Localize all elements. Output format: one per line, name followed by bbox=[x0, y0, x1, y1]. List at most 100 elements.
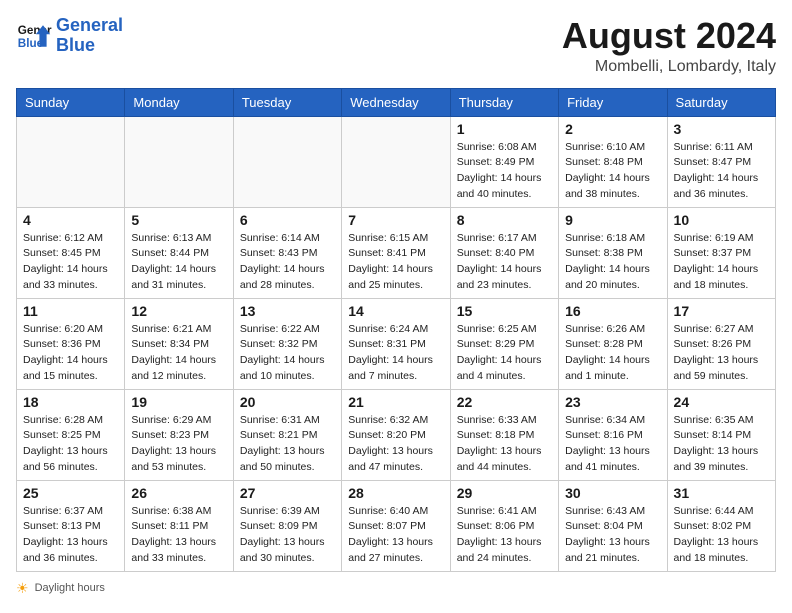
day-number: 12 bbox=[131, 303, 226, 319]
calendar-cell: 21 Sunrise: 6:32 AM Sunset: 8:20 PM Dayli… bbox=[342, 389, 450, 480]
day-info: Sunrise: 6:08 AM Sunset: 8:49 PM Dayligh… bbox=[457, 140, 552, 203]
day-number: 26 bbox=[131, 485, 226, 501]
day-number: 1 bbox=[457, 121, 552, 137]
logo-icon: General Blue bbox=[16, 18, 52, 54]
calendar-table: SundayMondayTuesdayWednesdayThursdayFrid… bbox=[16, 88, 776, 572]
day-number: 2 bbox=[565, 121, 660, 137]
day-number: 29 bbox=[457, 485, 552, 501]
day-number: 21 bbox=[348, 394, 443, 410]
day-number: 19 bbox=[131, 394, 226, 410]
day-number: 10 bbox=[674, 212, 769, 228]
calendar-cell: 22Sunrise: 6:33 AM Sunset: 8:18 PM Dayli… bbox=[450, 389, 558, 480]
header: General Blue General Blue August 2024 Mo… bbox=[16, 16, 776, 76]
day-info: Sunrise: 6:37 AM Sunset: 8:13 PM Dayligh… bbox=[23, 504, 118, 567]
week-row-1: 1 Sunrise: 6:08 AM Sunset: 8:49 PM Daylig… bbox=[17, 116, 776, 207]
calendar-cell: 7Sunrise: 6:15 AM Sunset: 8:41 PM Daylig… bbox=[342, 207, 450, 298]
day-header-monday: Monday bbox=[125, 88, 233, 116]
month-year: August 2024 bbox=[562, 16, 776, 56]
week-row-2: 4Sunrise: 6:12 AM Sunset: 8:45 PM Daylig… bbox=[17, 207, 776, 298]
calendar-cell: 10 Sunrise: 6:19 AM Sunset: 8:37 PM Dayli… bbox=[667, 207, 775, 298]
day-number: 5 bbox=[131, 212, 226, 228]
calendar-cell: 15 Sunrise: 6:25 AM Sunset: 8:29 PM Dayli… bbox=[450, 298, 558, 389]
day-info: Sunrise: 6:40 AM Sunset: 8:07 PM Dayligh… bbox=[348, 504, 443, 567]
day-header-friday: Friday bbox=[559, 88, 667, 116]
calendar-cell: 29 Sunrise: 6:41 AM Sunset: 8:06 PM Dayli… bbox=[450, 480, 558, 571]
day-header-wednesday: Wednesday bbox=[342, 88, 450, 116]
calendar-cell: 25 Sunrise: 6:37 AM Sunset: 8:13 PM Dayli… bbox=[17, 480, 125, 571]
day-number: 9 bbox=[565, 212, 660, 228]
day-number: 13 bbox=[240, 303, 335, 319]
day-info: Sunrise: 6:38 AM Sunset: 8:11 PM Dayligh… bbox=[131, 504, 226, 567]
day-number: 15 bbox=[457, 303, 552, 319]
calendar-cell: 2 Sunrise: 6:10 AM Sunset: 8:48 PM Daylig… bbox=[559, 116, 667, 207]
day-number: 4 bbox=[23, 212, 118, 228]
day-number: 30 bbox=[565, 485, 660, 501]
logo: General Blue General Blue bbox=[16, 16, 123, 56]
calendar-cell: 30 Sunrise: 6:43 AM Sunset: 8:04 PM Dayli… bbox=[559, 480, 667, 571]
calendar-cell: 11 Sunrise: 6:20 AM Sunset: 8:36 PM Dayli… bbox=[17, 298, 125, 389]
day-info: Sunrise: 6:41 AM Sunset: 8:06 PM Dayligh… bbox=[457, 504, 552, 567]
day-info: Sunrise: 6:33 AM Sunset: 8:18 PM Dayligh… bbox=[457, 413, 552, 476]
day-number: 3 bbox=[674, 121, 769, 137]
day-info: Sunrise: 6:20 AM Sunset: 8:36 PM Dayligh… bbox=[23, 322, 118, 385]
day-number: 31 bbox=[674, 485, 769, 501]
day-number: 25 bbox=[23, 485, 118, 501]
day-info: Sunrise: 6:24 AM Sunset: 8:31 PM Dayligh… bbox=[348, 322, 443, 385]
calendar-cell: 4Sunrise: 6:12 AM Sunset: 8:45 PM Daylig… bbox=[17, 207, 125, 298]
day-number: 28 bbox=[348, 485, 443, 501]
day-info: Sunrise: 6:32 AM Sunset: 8:20 PM Dayligh… bbox=[348, 413, 443, 476]
calendar-cell: 18Sunrise: 6:28 AM Sunset: 8:25 PM Dayli… bbox=[17, 389, 125, 480]
calendar-cell: 9 Sunrise: 6:18 AM Sunset: 8:38 PM Daylig… bbox=[559, 207, 667, 298]
day-info: Sunrise: 6:34 AM Sunset: 8:16 PM Dayligh… bbox=[565, 413, 660, 476]
day-header-saturday: Saturday bbox=[667, 88, 775, 116]
day-info: Sunrise: 6:18 AM Sunset: 8:38 PM Dayligh… bbox=[565, 231, 660, 294]
calendar-cell bbox=[17, 116, 125, 207]
day-header-sunday: Sunday bbox=[17, 88, 125, 116]
calendar-cell: 24 Sunrise: 6:35 AM Sunset: 8:14 PM Dayli… bbox=[667, 389, 775, 480]
title-area: August 2024 Mombelli, Lombardy, Italy bbox=[562, 16, 776, 76]
day-info: Sunrise: 6:31 AM Sunset: 8:21 PM Dayligh… bbox=[240, 413, 335, 476]
day-number: 6 bbox=[240, 212, 335, 228]
calendar-cell: 19 Sunrise: 6:29 AM Sunset: 8:23 PM Dayli… bbox=[125, 389, 233, 480]
day-info: Sunrise: 6:29 AM Sunset: 8:23 PM Dayligh… bbox=[131, 413, 226, 476]
day-info: Sunrise: 6:43 AM Sunset: 8:04 PM Dayligh… bbox=[565, 504, 660, 567]
day-info: Sunrise: 6:27 AM Sunset: 8:26 PM Dayligh… bbox=[674, 322, 769, 385]
day-info: Sunrise: 6:14 AM Sunset: 8:43 PM Dayligh… bbox=[240, 231, 335, 294]
calendar-cell bbox=[342, 116, 450, 207]
day-info: Sunrise: 6:25 AM Sunset: 8:29 PM Dayligh… bbox=[457, 322, 552, 385]
day-number: 11 bbox=[23, 303, 118, 319]
day-number: 17 bbox=[674, 303, 769, 319]
calendar-cell: 27 Sunrise: 6:39 AM Sunset: 8:09 PM Dayli… bbox=[233, 480, 341, 571]
day-info: Sunrise: 6:39 AM Sunset: 8:09 PM Dayligh… bbox=[240, 504, 335, 567]
day-number: 27 bbox=[240, 485, 335, 501]
day-number: 18 bbox=[23, 394, 118, 410]
calendar-cell: 16Sunrise: 6:26 AM Sunset: 8:28 PM Dayli… bbox=[559, 298, 667, 389]
calendar-cell: 13Sunrise: 6:22 AM Sunset: 8:32 PM Dayli… bbox=[233, 298, 341, 389]
day-info: Sunrise: 6:26 AM Sunset: 8:28 PM Dayligh… bbox=[565, 322, 660, 385]
calendar-cell: 31 Sunrise: 6:44 AM Sunset: 8:02 PM Dayli… bbox=[667, 480, 775, 571]
logo-line1: General bbox=[56, 15, 123, 35]
day-info: Sunrise: 6:19 AM Sunset: 8:37 PM Dayligh… bbox=[674, 231, 769, 294]
day-number: 23 bbox=[565, 394, 660, 410]
week-row-5: 25 Sunrise: 6:37 AM Sunset: 8:13 PM Dayli… bbox=[17, 480, 776, 571]
day-header-tuesday: Tuesday bbox=[233, 88, 341, 116]
day-info: Sunrise: 6:21 AM Sunset: 8:34 PM Dayligh… bbox=[131, 322, 226, 385]
week-row-4: 18Sunrise: 6:28 AM Sunset: 8:25 PM Dayli… bbox=[17, 389, 776, 480]
day-info: Sunrise: 6:35 AM Sunset: 8:14 PM Dayligh… bbox=[674, 413, 769, 476]
footer: ☀ Daylight hours bbox=[16, 580, 776, 597]
day-info: Sunrise: 6:10 AM Sunset: 8:48 PM Dayligh… bbox=[565, 140, 660, 203]
day-info: Sunrise: 6:17 AM Sunset: 8:40 PM Dayligh… bbox=[457, 231, 552, 294]
week-row-3: 11 Sunrise: 6:20 AM Sunset: 8:36 PM Dayli… bbox=[17, 298, 776, 389]
day-number: 20 bbox=[240, 394, 335, 410]
day-number: 7 bbox=[348, 212, 443, 228]
sun-icon: ☀ bbox=[16, 580, 29, 597]
day-number: 24 bbox=[674, 394, 769, 410]
calendar-cell: 28 Sunrise: 6:40 AM Sunset: 8:07 PM Dayli… bbox=[342, 480, 450, 571]
day-info: Sunrise: 6:11 AM Sunset: 8:47 PM Dayligh… bbox=[674, 140, 769, 203]
calendar-cell: 1 Sunrise: 6:08 AM Sunset: 8:49 PM Daylig… bbox=[450, 116, 558, 207]
calendar-cell: 3 Sunrise: 6:11 AM Sunset: 8:47 PM Daylig… bbox=[667, 116, 775, 207]
calendar-cell: 23 Sunrise: 6:34 AM Sunset: 8:16 PM Dayli… bbox=[559, 389, 667, 480]
calendar-cell: 5Sunrise: 6:13 AM Sunset: 8:44 PM Daylig… bbox=[125, 207, 233, 298]
calendar-cell: 17 Sunrise: 6:27 AM Sunset: 8:26 PM Dayli… bbox=[667, 298, 775, 389]
day-info: Sunrise: 6:44 AM Sunset: 8:02 PM Dayligh… bbox=[674, 504, 769, 567]
